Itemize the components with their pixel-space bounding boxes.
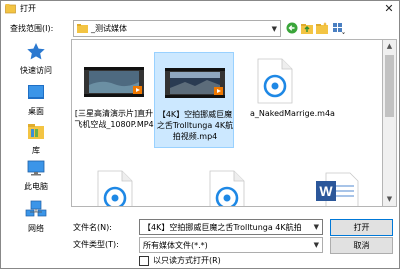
audio-file-icon (257, 58, 293, 104)
audio-file-icon (97, 170, 133, 206)
file-item[interactable]: a_NakedMarrige.m4a (234, 52, 335, 142)
place-label: 库 (32, 146, 40, 155)
filetype-label: 文件类型(T): (73, 240, 119, 249)
scroll-down-icon[interactable]: ▼ (383, 193, 396, 206)
computer-icon (27, 160, 45, 176)
filename-value: 【4K】空拍挪威巨魔之舌Trolltunga 4K航拍 (143, 223, 302, 232)
folder-app-icon (5, 4, 16, 14)
place-label: 快速访问 (20, 66, 52, 75)
desktop-icon (28, 85, 44, 99)
chevron-down-icon[interactable]: ▼ (313, 222, 319, 233)
scroll-up-icon[interactable]: ▲ (383, 40, 396, 53)
filetype-value: 所有媒体文件(*.*) (143, 241, 208, 250)
lookin-label: 查找范围(I): (10, 24, 54, 33)
cancel-button[interactable]: 取消 (330, 237, 393, 254)
vertical-scrollbar[interactable]: ▲ ▼ (383, 39, 397, 207)
place-library[interactable]: 库 (5, 121, 67, 161)
filetype-select[interactable]: 所有媒体文件(*.*) ▼ (139, 237, 323, 253)
chevron-down-icon[interactable]: ▼ (313, 240, 319, 251)
svg-text:W: W (319, 183, 333, 199)
readonly-checkbox[interactable] (139, 256, 149, 266)
up-folder-icon[interactable] (300, 21, 314, 35)
star-icon (27, 43, 45, 60)
place-label: 此电脑 (24, 182, 48, 191)
lookin-value: _测试媒体 (91, 24, 127, 33)
library-icon (28, 124, 44, 139)
place-label: 桌面 (28, 107, 44, 116)
place-quick-access[interactable]: 快速访问 (5, 41, 67, 81)
video-thumbnail-icon (84, 67, 144, 97)
title-bar: 打开 ✕ (1, 1, 399, 17)
readonly-label: 以只读方式打开(R) (153, 256, 221, 265)
file-name: a_NakedMarrige.m4a (250, 109, 335, 118)
chevron-down-icon[interactable]: ▼ (272, 23, 277, 35)
new-folder-icon[interactable] (315, 21, 329, 35)
place-this-pc[interactable]: 此电脑 (5, 157, 67, 197)
file-name: [三星高清演示片]直升飞机空战_1080P.MP4 (74, 109, 154, 129)
video-thumbnail-icon (165, 68, 225, 98)
audio-file-icon (209, 170, 245, 206)
file-item[interactable]: [三星高清演示片]直升飞机空战_1080P.MP4 (74, 52, 154, 142)
scrollbar-thumb[interactable] (385, 55, 394, 117)
filename-label: 文件名(N): (73, 223, 112, 232)
place-label: 网络 (28, 224, 44, 233)
network-icon (25, 200, 47, 217)
window-title: 打开 (20, 4, 36, 13)
folder-icon (77, 24, 88, 33)
file-item[interactable] (74, 164, 154, 206)
file-item[interactable] (186, 164, 266, 206)
view-menu-icon[interactable] (331, 21, 345, 35)
file-item-selected[interactable]: 【4K】空拍挪威巨魔之舌Trolltunga 4K航拍视频.mp4 (154, 52, 234, 148)
close-button[interactable]: ✕ (383, 3, 395, 15)
file-name: 【4K】空拍挪威巨魔之舌Trolltunga 4K航拍视频.mp4 (156, 110, 234, 141)
place-desktop[interactable]: 桌面 (5, 82, 67, 122)
places-bar: 快速访问 桌面 库 此电脑 网络 (5, 39, 67, 237)
place-network[interactable]: 网络 (5, 199, 67, 239)
lookin-combo[interactable]: _测试媒体 ▼ (73, 20, 281, 37)
filename-input[interactable]: 【4K】空拍挪威巨魔之舌Trolltunga 4K航拍 ▼ (139, 219, 323, 235)
file-item[interactable]: W (294, 164, 374, 206)
open-button[interactable]: 打开 (330, 219, 393, 236)
file-list[interactable]: [三星高清演示片]直升飞机空战_1080P.MP4 【4K】空拍挪威巨魔之舌Tr… (71, 39, 383, 207)
word-document-icon: W (316, 172, 359, 206)
open-file-dialog: 打开 ✕ 查找范围(I): _测试媒体 ▼ 快速访问 桌面 库 此电脑 网络 [… (0, 0, 400, 269)
back-icon[interactable] (285, 21, 299, 35)
